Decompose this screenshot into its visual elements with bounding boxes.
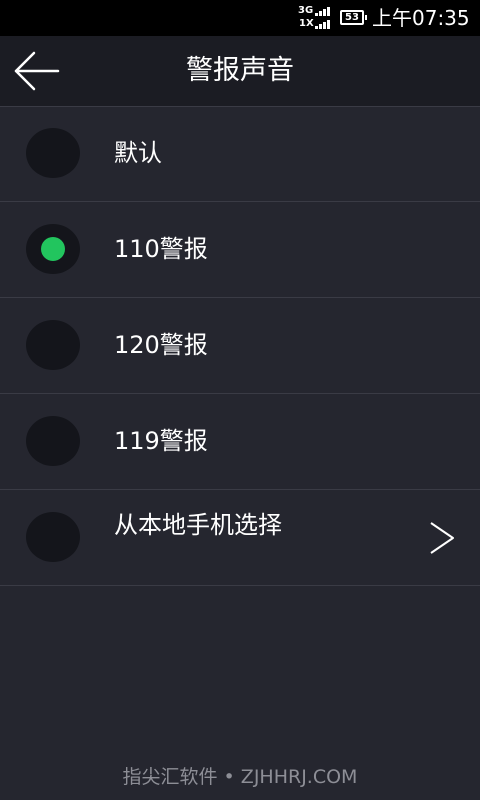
status-time: 上午07:35 <box>372 6 470 30</box>
radio-selected-dot <box>41 237 65 261</box>
back-button[interactable] <box>8 46 68 96</box>
option-119-alarm[interactable]: 119警报 <box>0 394 480 490</box>
option-default[interactable]: 默认 <box>0 106 480 202</box>
signal-bars-icon <box>315 19 330 29</box>
network-3g-label: 3G <box>298 5 314 16</box>
status-bar: 3G 1X 53 上午07:35 <box>0 0 480 36</box>
option-label: 120警报 <box>114 331 208 359</box>
option-label: 110警报 <box>114 235 208 263</box>
network-1x-label: 1X <box>299 18 314 29</box>
radio-button[interactable] <box>26 128 80 178</box>
option-local-phone[interactable]: 从本地手机选择 <box>0 490 480 586</box>
option-120-alarm[interactable]: 120警报 <box>0 298 480 394</box>
network-indicator: 3G 1X <box>298 5 336 31</box>
radio-button[interactable] <box>26 512 80 562</box>
option-label: 默认 <box>114 139 162 167</box>
watermark: 指尖汇软件 • ZJHHRJ.COM <box>122 766 358 788</box>
arrow-left-icon <box>14 51 60 91</box>
chevron-right-icon <box>430 522 454 554</box>
option-label: 119警报 <box>114 427 208 455</box>
radio-button[interactable] <box>26 416 80 466</box>
radio-button[interactable] <box>26 224 80 274</box>
sound-option-list: 默认 110警报 120警报 119警报 从本地手机选择 <box>0 106 480 586</box>
radio-button[interactable] <box>26 320 80 370</box>
title-bar: 警报声音 <box>0 36 480 107</box>
signal-bars-icon <box>315 6 330 16</box>
option-label: 从本地手机选择 <box>114 511 282 539</box>
page-title: 警报声音 <box>186 55 294 86</box>
option-110-alarm[interactable]: 110警报 <box>0 202 480 298</box>
battery-icon: 53 <box>340 10 367 25</box>
